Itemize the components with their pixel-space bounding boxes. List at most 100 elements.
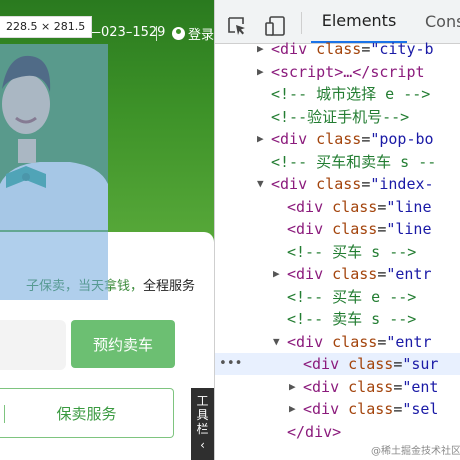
dom-attr-value: "entr: [386, 265, 432, 283]
expand-down-icon[interactable]: ▼: [257, 173, 264, 195]
login-label: 登录: [188, 28, 214, 43]
dom-tag: <div: [271, 175, 308, 193]
watermark-text: @稀土掘金技术社区: [371, 446, 460, 457]
dom-node-content: <div class="line: [287, 197, 432, 216]
expand-right-icon[interactable]: ▶: [289, 398, 296, 420]
expand-right-icon[interactable]: ▶: [273, 263, 280, 285]
login-link[interactable]: 登录: [172, 24, 214, 43]
topbar-divider: [156, 26, 157, 41]
element-size-tooltip: 228.5 × 281.5: [0, 16, 93, 38]
dom-attr-value: "line: [386, 197, 432, 216]
dom-comment: <!-- 卖车 s -->: [287, 310, 417, 328]
toolbar-char-3: 栏: [196, 422, 209, 436]
dom-tag: <div: [287, 332, 324, 351]
device-toggle-icon[interactable]: [265, 15, 287, 37]
dom-tag: <div: [303, 355, 340, 373]
dom-node-content: <script>…</script: [271, 61, 425, 83]
dom-comment: <!-- 买车 s -->: [287, 242, 417, 261]
dom-node[interactable]: <!-- 买车 e -->: [215, 286, 460, 308]
expand-right-icon[interactable]: ▶: [289, 376, 296, 398]
dom-node[interactable]: </div>: [215, 421, 460, 443]
dom-node[interactable]: ▼ <div class="entr: [215, 331, 460, 353]
sell-service-button[interactable]: 保卖服务: [0, 388, 174, 438]
dom-node-content: <div class="entr: [287, 332, 432, 351]
dom-tag: <div: [271, 130, 308, 148]
dom-tag: <div: [287, 265, 324, 283]
dom-node[interactable]: ▶ <div class="pop-bo: [215, 128, 460, 150]
dom-attr-value: "index-: [370, 175, 434, 193]
service-emphasis: 全程服务: [143, 279, 196, 294]
dom-attr-value: "entr: [386, 332, 432, 351]
dom-attr-name: class: [323, 220, 378, 238]
element-highlight-overlay: [0, 44, 108, 300]
dom-node-content: <div class="sel: [303, 400, 439, 418]
reserve-sell-button[interactable]: 预约卖车: [71, 320, 175, 368]
dom-tag-close: …</script: [343, 62, 425, 81]
dom-node-content: <!-- 买车 s -->: [287, 241, 416, 263]
dom-node[interactable]: <!-- 买车和卖车 s --: [215, 151, 460, 173]
dom-tag: <div: [303, 400, 340, 418]
inspect-cursor-icon[interactable]: [227, 16, 247, 36]
dom-attr-name: class: [339, 377, 394, 396]
dom-node-content: <div class="city-b: [271, 40, 434, 58]
dom-attr-name: class: [307, 130, 362, 148]
dom-node[interactable]: ▶ <div class="ent: [215, 376, 460, 398]
toolbar-divider: [301, 12, 302, 34]
toolbar-tab[interactable]: 工 具 栏 ‹: [191, 388, 214, 460]
dom-node-content: <!--验证手机号-->: [271, 106, 409, 128]
dom-tag: <div: [303, 377, 340, 396]
dom-comment: <!--验证手机号-->: [271, 107, 410, 126]
toolbar-char-1: 工: [196, 394, 209, 408]
dom-node[interactable]: <!-- 城市选择 e -->: [215, 83, 460, 105]
dom-node-content: <!-- 买车和卖车 s --: [271, 151, 436, 173]
expand-right-icon[interactable]: ▶: [257, 128, 264, 150]
dom-attr-name: class: [339, 355, 394, 373]
dom-node[interactable]: ▶ <script>…</script: [215, 61, 460, 83]
dom-node-content: <div class="pop-bo: [271, 130, 434, 148]
dom-attr-name: class: [323, 265, 378, 283]
dom-tag: <div: [287, 197, 324, 216]
dom-tag: <script>: [271, 62, 344, 81]
dom-node-content: <div class="ent: [303, 377, 439, 396]
dom-node-content: <div class="line: [287, 220, 432, 238]
dom-node[interactable]: <!-- 卖车 s -->: [215, 308, 460, 330]
dom-node[interactable]: ▶ <div class="entr: [215, 263, 460, 285]
dom-attr-value: "sur: [402, 355, 439, 373]
expand-down-icon[interactable]: ▼: [273, 331, 280, 353]
user-icon: [172, 27, 185, 40]
more-options-icon[interactable]: •••: [219, 353, 242, 375]
tab-elements[interactable]: Elements: [311, 0, 407, 43]
expand-right-icon[interactable]: ▶: [257, 61, 264, 83]
dom-node-content: <div class="index-: [271, 175, 434, 193]
dom-attr-value: "sel: [402, 400, 439, 418]
expand-right-icon[interactable]: ▶: [257, 38, 264, 60]
dom-tag: <div: [287, 220, 324, 238]
dom-node[interactable]: ▶ <div class="sel: [215, 398, 460, 420]
dom-attr-value: "line: [386, 220, 432, 238]
dom-node[interactable]: <div class="line: [215, 218, 460, 240]
dom-node-content: <!-- 卖车 s -->: [287, 308, 416, 330]
dom-node-selected[interactable]: ••• <div class="sur: [215, 353, 460, 375]
dom-node-content: <!-- 买车 e -->: [287, 286, 416, 308]
dom-node[interactable]: <div class="line: [215, 196, 460, 218]
dom-comment: <!-- 买车 e -->: [287, 287, 417, 306]
dom-tag: </div>: [287, 422, 342, 441]
dom-attr-value: "city-b: [370, 40, 434, 58]
devtools-panel: Elements Cons ▶ <div class="city-b ▶ <scrip…: [214, 0, 460, 460]
dom-attr-name: class: [339, 400, 394, 418]
dom-node[interactable]: <!--验证手机号-->: [215, 106, 460, 128]
dom-attr-name: class: [323, 197, 378, 216]
phone-input[interactable]: [0, 320, 66, 370]
dom-attr-name: class: [307, 40, 362, 58]
dom-attr-name: class: [323, 332, 378, 351]
toolbar-char-2: 具: [196, 408, 209, 422]
tab-console[interactable]: Cons: [425, 12, 460, 31]
dom-attr-value: "ent: [402, 377, 439, 396]
dom-node-content: <div class="sur: [303, 355, 439, 373]
dom-node[interactable]: <!-- 买车 s -->: [215, 241, 460, 263]
dom-tag: <div: [271, 40, 308, 58]
hotline-number: —023–1529: [88, 25, 166, 40]
sell-button-divider: [4, 405, 5, 423]
dom-node[interactable]: ▶ <div class="city-b: [215, 38, 460, 60]
dom-node[interactable]: ▼ <div class="index-: [215, 173, 460, 195]
